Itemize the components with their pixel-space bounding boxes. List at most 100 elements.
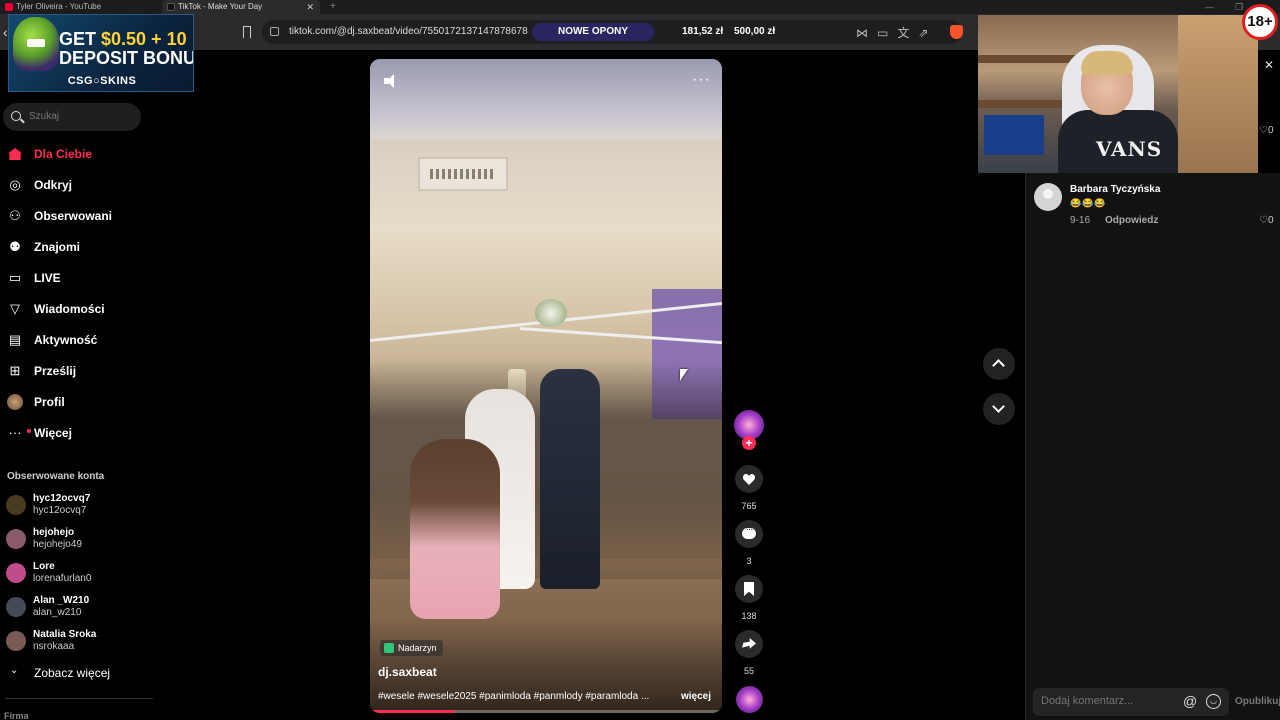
video-frame-ceiling <box>370 59 722 139</box>
footer-company-link[interactable]: Firma <box>4 711 29 720</box>
comment-like-button[interactable]: ♡0 <box>1259 215 1274 226</box>
search-box[interactable] <box>3 103 141 131</box>
search-input[interactable] <box>29 111 129 122</box>
comment-date: 9-16 <box>1070 215 1091 226</box>
like-button[interactable] <box>735 465 763 493</box>
emoji-icon[interactable]: ◡ <box>1206 694 1221 709</box>
post-comment-button[interactable]: Opublikuj <box>1235 696 1280 707</box>
video-frame-groom <box>540 369 600 589</box>
follow-plus-icon[interactable]: + <box>742 436 756 450</box>
sound-disc-avatar[interactable] <box>736 686 763 713</box>
nav-label: Prześlij <box>34 364 77 378</box>
chevron-down-icon <box>992 400 1005 413</box>
followed-account[interactable]: hyc12ocvq7 hyc12ocvq7 <box>0 490 150 520</box>
nav-messages[interactable]: ▽ Wiadomości <box>0 295 150 323</box>
brave-shield-icon[interactable] <box>950 25 963 39</box>
home-icon <box>7 146 23 162</box>
chevron-down-icon: ⌄ <box>10 665 19 676</box>
comment-like-button[interactable]: ♡0 <box>1259 125 1274 136</box>
nav-profile[interactable]: Profil <box>0 388 150 416</box>
nav-live[interactable]: ▭ LIVE <box>0 264 150 292</box>
tab-youtube[interactable]: Tyler Oliveira - YouTube <box>0 0 160 14</box>
location-badge[interactable]: Nadarzyn <box>380 640 443 656</box>
next-video-button[interactable] <box>983 393 1015 425</box>
followed-account[interactable]: Lore lorenafurlan0 <box>0 558 150 588</box>
description-more-link[interactable]: więcej <box>681 691 711 702</box>
search-icon <box>11 111 21 121</box>
compass-icon: ◎ <box>9 177 21 192</box>
account-handle: nsrokaaa <box>33 641 75 652</box>
site-info-icon[interactable] <box>270 27 279 36</box>
nav-label: Dla Ciebie <box>34 147 93 161</box>
mention-icon[interactable]: @ <box>1183 693 1197 709</box>
maximize-icon[interactable]: ❐ <box>1235 0 1243 14</box>
account-handle: alan_w210 <box>33 607 82 618</box>
see-more-button[interactable]: ⌄ Zobacz więcej <box>0 662 150 684</box>
bookmark-icon[interactable] <box>243 26 251 38</box>
followed-account[interactable]: hejohejo hejohejo49 <box>0 524 150 554</box>
video-progress-bar[interactable] <box>370 710 722 713</box>
ad-banner[interactable]: GET $0.50 + 10 DEPOSIT BONU CSG○SKINS <box>8 14 194 92</box>
nav-for-you[interactable]: Dla Ciebie <box>0 140 150 168</box>
comment-count: 3 <box>746 556 752 566</box>
age-rating-badge: 18+ <box>1242 4 1278 40</box>
see-more-label: Zobacz więcej <box>34 666 111 680</box>
volume-icon[interactable] <box>384 74 398 88</box>
user-plus-icon: ⚇ <box>9 208 21 223</box>
comment-avatar[interactable] <box>1034 183 1062 211</box>
location-icon <box>384 643 394 653</box>
ad-mascot-image <box>13 17 59 71</box>
new-tab-button[interactable]: + <box>330 0 336 14</box>
video-player[interactable]: ··· Nadarzyn dj.saxbeat #wesele #wesele2… <box>370 59 722 713</box>
nav-following[interactable]: ⚇ Obserwowani <box>0 202 150 230</box>
comment-input-box[interactable]: @ ◡ <box>1033 688 1229 716</box>
back-button[interactable]: ‹ <box>3 24 8 40</box>
save-count: 138 <box>741 611 757 621</box>
mouse-cursor <box>680 369 690 383</box>
followed-account[interactable]: Natalia Sroka nsrokaaa <box>0 626 150 656</box>
video-frame-ac-unit <box>418 157 508 191</box>
more-options-icon[interactable]: ··· <box>692 71 711 89</box>
ad-subheadline: DEPOSIT BONU <box>59 48 194 68</box>
bookmark-icon <box>744 582 754 596</box>
nav-activity[interactable]: ▤ Aktywność <box>0 326 150 354</box>
avatar <box>6 529 26 549</box>
account-name: Alan _W210 <box>33 595 90 606</box>
comment-button[interactable] <box>735 520 763 548</box>
heart-icon <box>743 474 755 485</box>
toolbar-extension-icons[interactable]: ⋈▭文⇗ <box>856 24 937 41</box>
nav-label: Odkryj <box>34 178 73 192</box>
previous-video-button[interactable] <box>983 348 1015 380</box>
comment-input[interactable] <box>1041 695 1171 707</box>
nav-more[interactable]: ··· Więcej <box>0 419 150 447</box>
account-name: hyc12ocvq7 <box>33 493 91 504</box>
chevron-up-icon <box>992 359 1005 372</box>
close-icon[interactable]: ✕ <box>1264 58 1274 72</box>
address-bar[interactable]: tiktok.com/@dj.saxbeat/video/75501721371… <box>262 20 963 44</box>
close-tab-icon[interactable]: ✕ <box>306 0 314 14</box>
profile-avatar <box>7 394 23 410</box>
avatar <box>6 495 26 515</box>
avatar <box>6 563 26 583</box>
followed-account[interactable]: Alan _W210 alan_w210 <box>0 592 150 622</box>
reply-button[interactable]: Odpowiedz <box>1105 215 1158 226</box>
minimize-icon[interactable]: — <box>1205 0 1214 14</box>
nav-label: Obserwowani <box>34 209 113 223</box>
more-icon: ··· <box>7 425 31 441</box>
nav-friends[interactable]: ⚉ Znajomi <box>0 233 150 261</box>
tab-tiktok[interactable]: TikTok - Make Your Day ✕ <box>162 0 320 14</box>
share-button[interactable] <box>735 630 763 658</box>
promo-pill[interactable]: NOWE OPONY <box>532 23 654 41</box>
ad-brand-logo: CSG○SKINS <box>67 75 137 87</box>
account-handle: lorenafurlan0 <box>33 573 92 584</box>
video-author[interactable]: dj.saxbeat <box>378 665 437 679</box>
tab-label: TikTok - Make Your Day <box>178 2 263 11</box>
comment-text: 😂😂😂 <box>1070 198 1107 208</box>
webcam-overlay: VANS <box>978 15 1258 173</box>
followed-accounts-heading: Obserwowane konta <box>7 471 105 482</box>
avatar <box>6 631 26 651</box>
comment-author[interactable]: Barbara Tyczyńska <box>1070 184 1160 195</box>
save-button[interactable] <box>735 575 763 603</box>
nav-upload[interactable]: ⊞ Prześlij <box>0 357 150 385</box>
nav-explore[interactable]: ◎ Odkryj <box>0 171 150 199</box>
